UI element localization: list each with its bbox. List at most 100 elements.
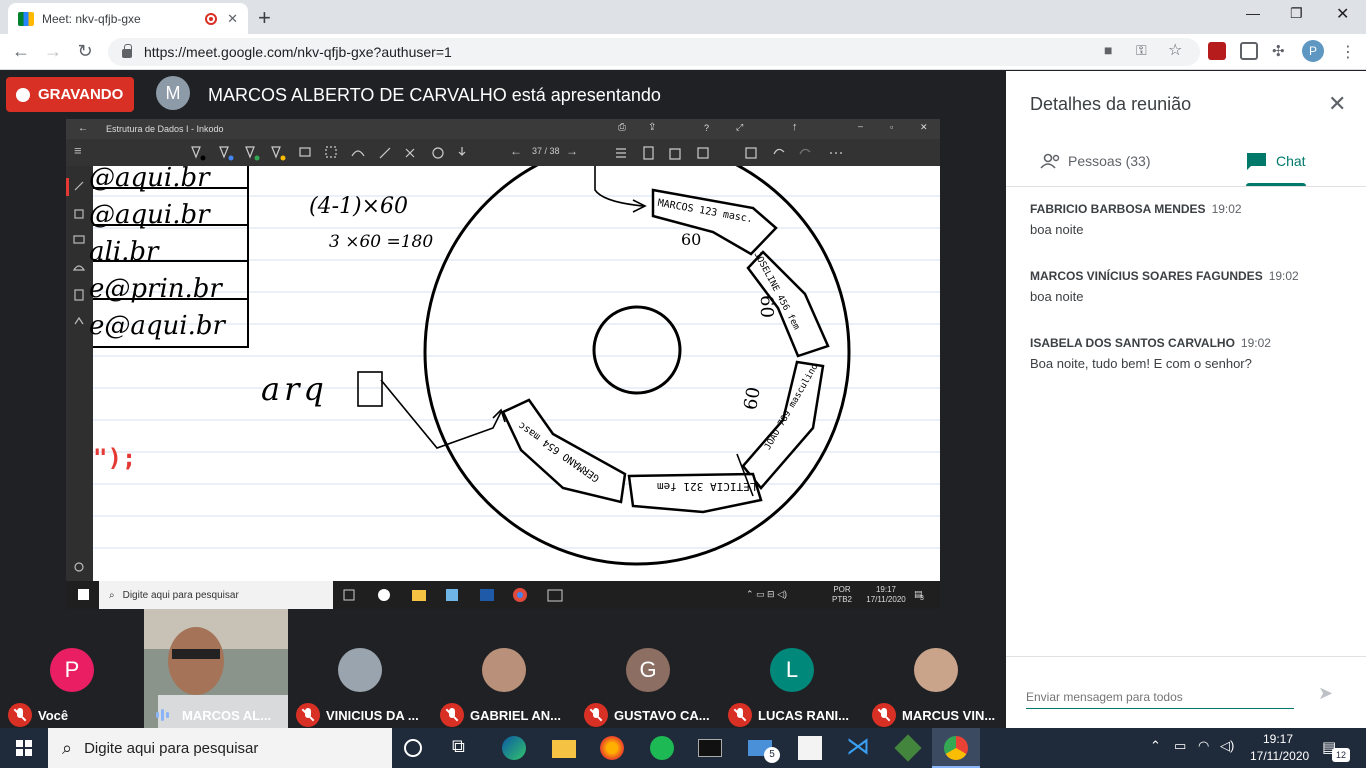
mic-off-icon bbox=[440, 703, 464, 727]
message-header: FABRICIO BARBOSA MENDES 19:02 bbox=[1030, 202, 1350, 216]
tab-title: Meet: nkv-qfjb-gxe bbox=[42, 11, 141, 26]
close-panel-button[interactable]: ✕ bbox=[1328, 91, 1346, 117]
participant-avatar: G bbox=[626, 648, 670, 692]
participant-avatar: L bbox=[770, 648, 814, 692]
restore-button[interactable]: ❐ bbox=[1290, 5, 1303, 22]
participant-tile[interactable]: L LUCAS RANI... bbox=[720, 609, 864, 728]
inkodo-share-icon: ⎙ bbox=[618, 122, 626, 133]
address-bar[interactable]: https://meet.google.com/nkv-qfjb-gxe?aut… bbox=[108, 38, 1200, 66]
vscode-icon[interactable]: ⋊ bbox=[846, 732, 870, 760]
new-tab-button[interactable]: + bbox=[258, 5, 271, 31]
clock[interactable]: 19:17 17/11/2020 bbox=[1250, 731, 1309, 765]
forward-button[interactable]: → bbox=[42, 41, 64, 62]
chat-input[interactable] bbox=[1026, 685, 1294, 709]
spotify-icon[interactable] bbox=[650, 736, 674, 760]
recording-badge: GRAVANDO bbox=[6, 77, 134, 112]
edit-tools-icon bbox=[299, 146, 466, 159]
wifi-icon[interactable]: ◠ bbox=[1198, 738, 1209, 754]
cortana-icon[interactable] bbox=[404, 739, 422, 757]
shared-search-text: Digite aqui para pesquisar bbox=[122, 589, 239, 601]
firefox-icon[interactable] bbox=[600, 736, 624, 760]
task-view-icon[interactable]: ⧉ bbox=[452, 736, 476, 760]
panel-divider bbox=[1006, 186, 1366, 187]
tab-chat-label: Chat bbox=[1276, 153, 1306, 169]
tab-people[interactable]: Pessoas (33) bbox=[1040, 137, 1150, 185]
message-time: 19:02 bbox=[1211, 202, 1242, 216]
whiteboard-canvas[interactable]: @aqui.br @aqui.br ali.br e@prin.br e@aqu… bbox=[89, 163, 940, 581]
shared-taskbar: ⌕ Digite aqui para pesquisar ⌃ ▭ ⊟ ◁) PO… bbox=[66, 581, 940, 609]
chrome-icon bbox=[944, 736, 968, 760]
windows-logo-icon bbox=[16, 740, 32, 756]
camera-icon[interactable]: ■ bbox=[1104, 42, 1112, 58]
inkodo-min-icon: – bbox=[858, 121, 864, 131]
meeting-details-panel: Detalhes da reunião ✕ Pessoas (33) Chat … bbox=[1006, 71, 1366, 728]
screenshot-extension-icon[interactable] bbox=[1240, 42, 1258, 60]
mail-badge: 5 bbox=[764, 747, 780, 763]
tray-chevron-icon[interactable]: ⌃ bbox=[1150, 738, 1161, 754]
pdf-extension-icon[interactable] bbox=[1208, 42, 1226, 60]
message-text: boa noite bbox=[1030, 289, 1084, 304]
chrome-taskbar-button[interactable] bbox=[932, 728, 980, 768]
inkodo-up-icon: ↑ bbox=[792, 121, 798, 133]
shared-taskbar-apps-icon bbox=[343, 588, 563, 602]
participant-tile[interactable]: MARCUS VIN... bbox=[864, 609, 1006, 728]
participant-name: GUSTAVO CA... bbox=[614, 707, 710, 723]
inkodo-back-icon: ← bbox=[78, 123, 88, 134]
browser-tab[interactable]: Meet: nkv-qfjb-gxe ✕ bbox=[8, 3, 248, 34]
back-button[interactable]: ← bbox=[10, 41, 32, 62]
page-indicator: 37 / 38 bbox=[532, 146, 560, 156]
reload-button[interactable]: ↻ bbox=[74, 41, 96, 62]
bookmark-star-icon[interactable]: ☆ bbox=[1168, 40, 1182, 60]
start-button[interactable] bbox=[0, 728, 48, 768]
file-explorer-icon[interactable] bbox=[552, 740, 576, 758]
participant-name-row: VINICIUS DA ... bbox=[288, 703, 432, 727]
tab-chat[interactable]: Chat bbox=[1246, 137, 1306, 185]
participant-tile[interactable]: MARCOS AL... bbox=[144, 609, 288, 728]
shared-search-box: ⌕ Digite aqui para pesquisar bbox=[99, 581, 333, 609]
participant-tile[interactable]: G GUSTAVO CA... bbox=[576, 609, 720, 728]
close-window-button[interactable]: ✕ bbox=[1336, 4, 1349, 24]
menu-kebab-icon[interactable]: ⋮ bbox=[1340, 42, 1356, 62]
message-sender: MARCOS VINÍCIUS SOARES FAGUNDES bbox=[1030, 269, 1263, 283]
message-time: 19:02 bbox=[1268, 269, 1299, 283]
participant-name: MARCOS AL... bbox=[182, 707, 272, 723]
participant-tile[interactable]: P Você bbox=[0, 609, 144, 728]
participant-name: Você bbox=[38, 707, 69, 723]
inkodo-max-icon: ▫ bbox=[890, 122, 894, 132]
shared-tray-lang: POR PTB2 bbox=[832, 585, 852, 605]
prev-page-icon: ← bbox=[510, 144, 522, 158]
battery-icon[interactable]: ▭ bbox=[1174, 738, 1186, 754]
email-row: @aqui.br bbox=[89, 200, 210, 230]
close-tab-icon[interactable]: ✕ bbox=[227, 11, 238, 27]
url-text: https://meet.google.com/nkv-qfjb-gxe?aut… bbox=[144, 44, 452, 60]
participant-name-row: MARCUS VIN... bbox=[864, 703, 1006, 727]
shared-screen: ← Estrutura de Dados I - Inkodo ⎙ ⇪ ? ⤢ … bbox=[66, 119, 940, 609]
terminal-icon[interactable] bbox=[698, 739, 722, 757]
participant-tile[interactable]: GABRIEL AN... bbox=[432, 609, 576, 728]
participant-name-row: MARCOS AL... bbox=[144, 703, 288, 727]
calc-line-1: (4-1)×60 bbox=[309, 194, 409, 219]
record-dot-icon bbox=[16, 87, 30, 102]
mic-off-icon bbox=[728, 703, 752, 727]
extensions-puzzle-icon[interactable]: ✣ bbox=[1272, 42, 1285, 60]
key-icon[interactable]: ⚿ bbox=[1136, 42, 1147, 59]
taskbar-search[interactable]: ⌕ Digite aqui para pesquisar bbox=[48, 728, 392, 768]
message-header: MARCOS VINÍCIUS SOARES FAGUNDES 19:02 bbox=[1030, 269, 1350, 283]
edge-icon[interactable] bbox=[502, 736, 526, 760]
recording-label: GRAVANDO bbox=[38, 86, 124, 103]
store-icon[interactable] bbox=[798, 736, 822, 760]
send-icon[interactable]: ➤ bbox=[1318, 683, 1333, 704]
volume-icon[interactable]: ◁) bbox=[1220, 738, 1234, 754]
participant-avatar: P bbox=[50, 648, 94, 692]
tab-people-label: Pessoas (33) bbox=[1068, 153, 1151, 169]
participant-name-row: GABRIEL AN... bbox=[432, 703, 576, 727]
mic-off-icon bbox=[8, 703, 32, 727]
minimize-button[interactable]: — bbox=[1246, 5, 1260, 21]
shared-notif-count: 3 bbox=[920, 595, 924, 602]
mic-off-icon bbox=[872, 703, 896, 727]
participant-tile[interactable]: VINICIUS DA ... bbox=[288, 609, 432, 728]
nodejs-icon[interactable] bbox=[894, 734, 922, 762]
email-list: @aqui.br @aqui.br ali.br e@prin.br e@aqu… bbox=[89, 160, 225, 345]
profile-avatar[interactable]: P bbox=[1302, 40, 1324, 62]
inkodo-title: Estrutura de Dados I - Inkodo bbox=[106, 124, 224, 134]
